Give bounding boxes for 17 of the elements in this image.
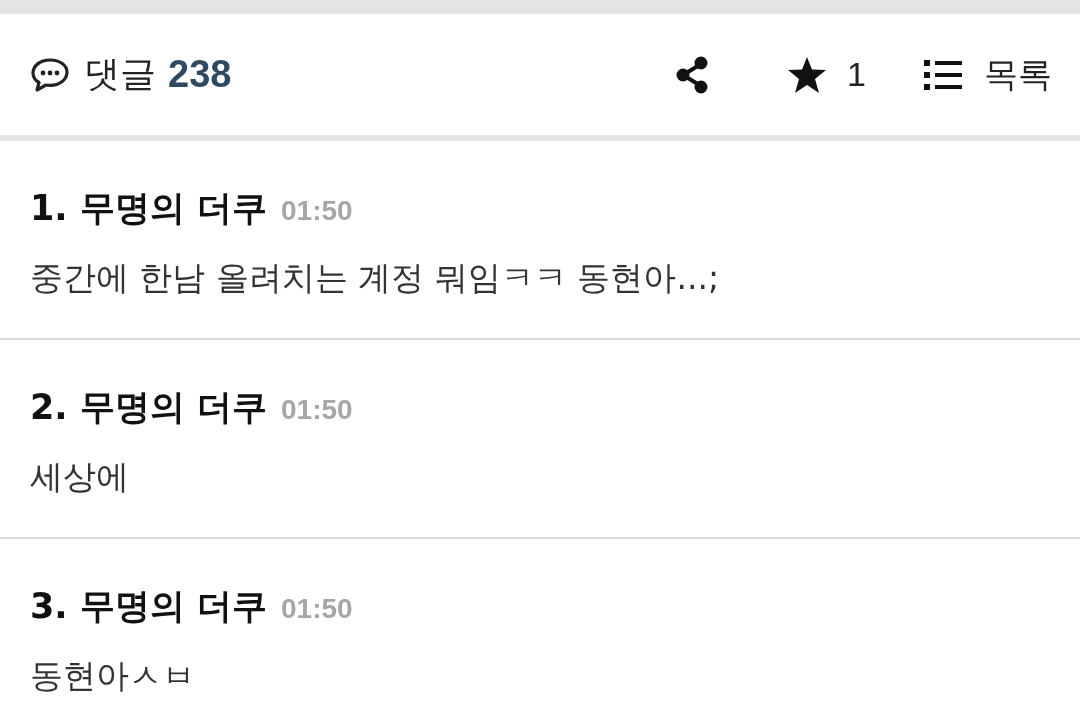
list-icon [924, 58, 962, 91]
star-icon[interactable] [787, 55, 828, 94]
comment-text: 세상에 [30, 456, 130, 498]
speech-bubble-icon [30, 56, 70, 93]
comment-count: 238 [168, 53, 232, 96]
comment-author: 1. 무명의 더쿠 [30, 187, 268, 230]
comment-time: 01:50 [281, 195, 353, 227]
comment-time: 01:50 [281, 394, 353, 426]
comment-author: 3. 무명의 더쿠 [30, 585, 268, 628]
comment-time: 01:50 [281, 593, 353, 625]
list-button[interactable]: 목록 [924, 51, 1052, 98]
comment-author: 2. 무명의 더쿠 [30, 386, 268, 429]
comments-label: 댓글 [84, 52, 156, 96]
comment-text: 동현아ㅅㅂ [30, 655, 196, 697]
share-icon[interactable] [675, 55, 710, 94]
comment-text: 중간에 한남 올려치는 계정 뭐임ㅋㅋ 동현아...; [30, 257, 721, 299]
star-count: 1 [847, 55, 866, 94]
